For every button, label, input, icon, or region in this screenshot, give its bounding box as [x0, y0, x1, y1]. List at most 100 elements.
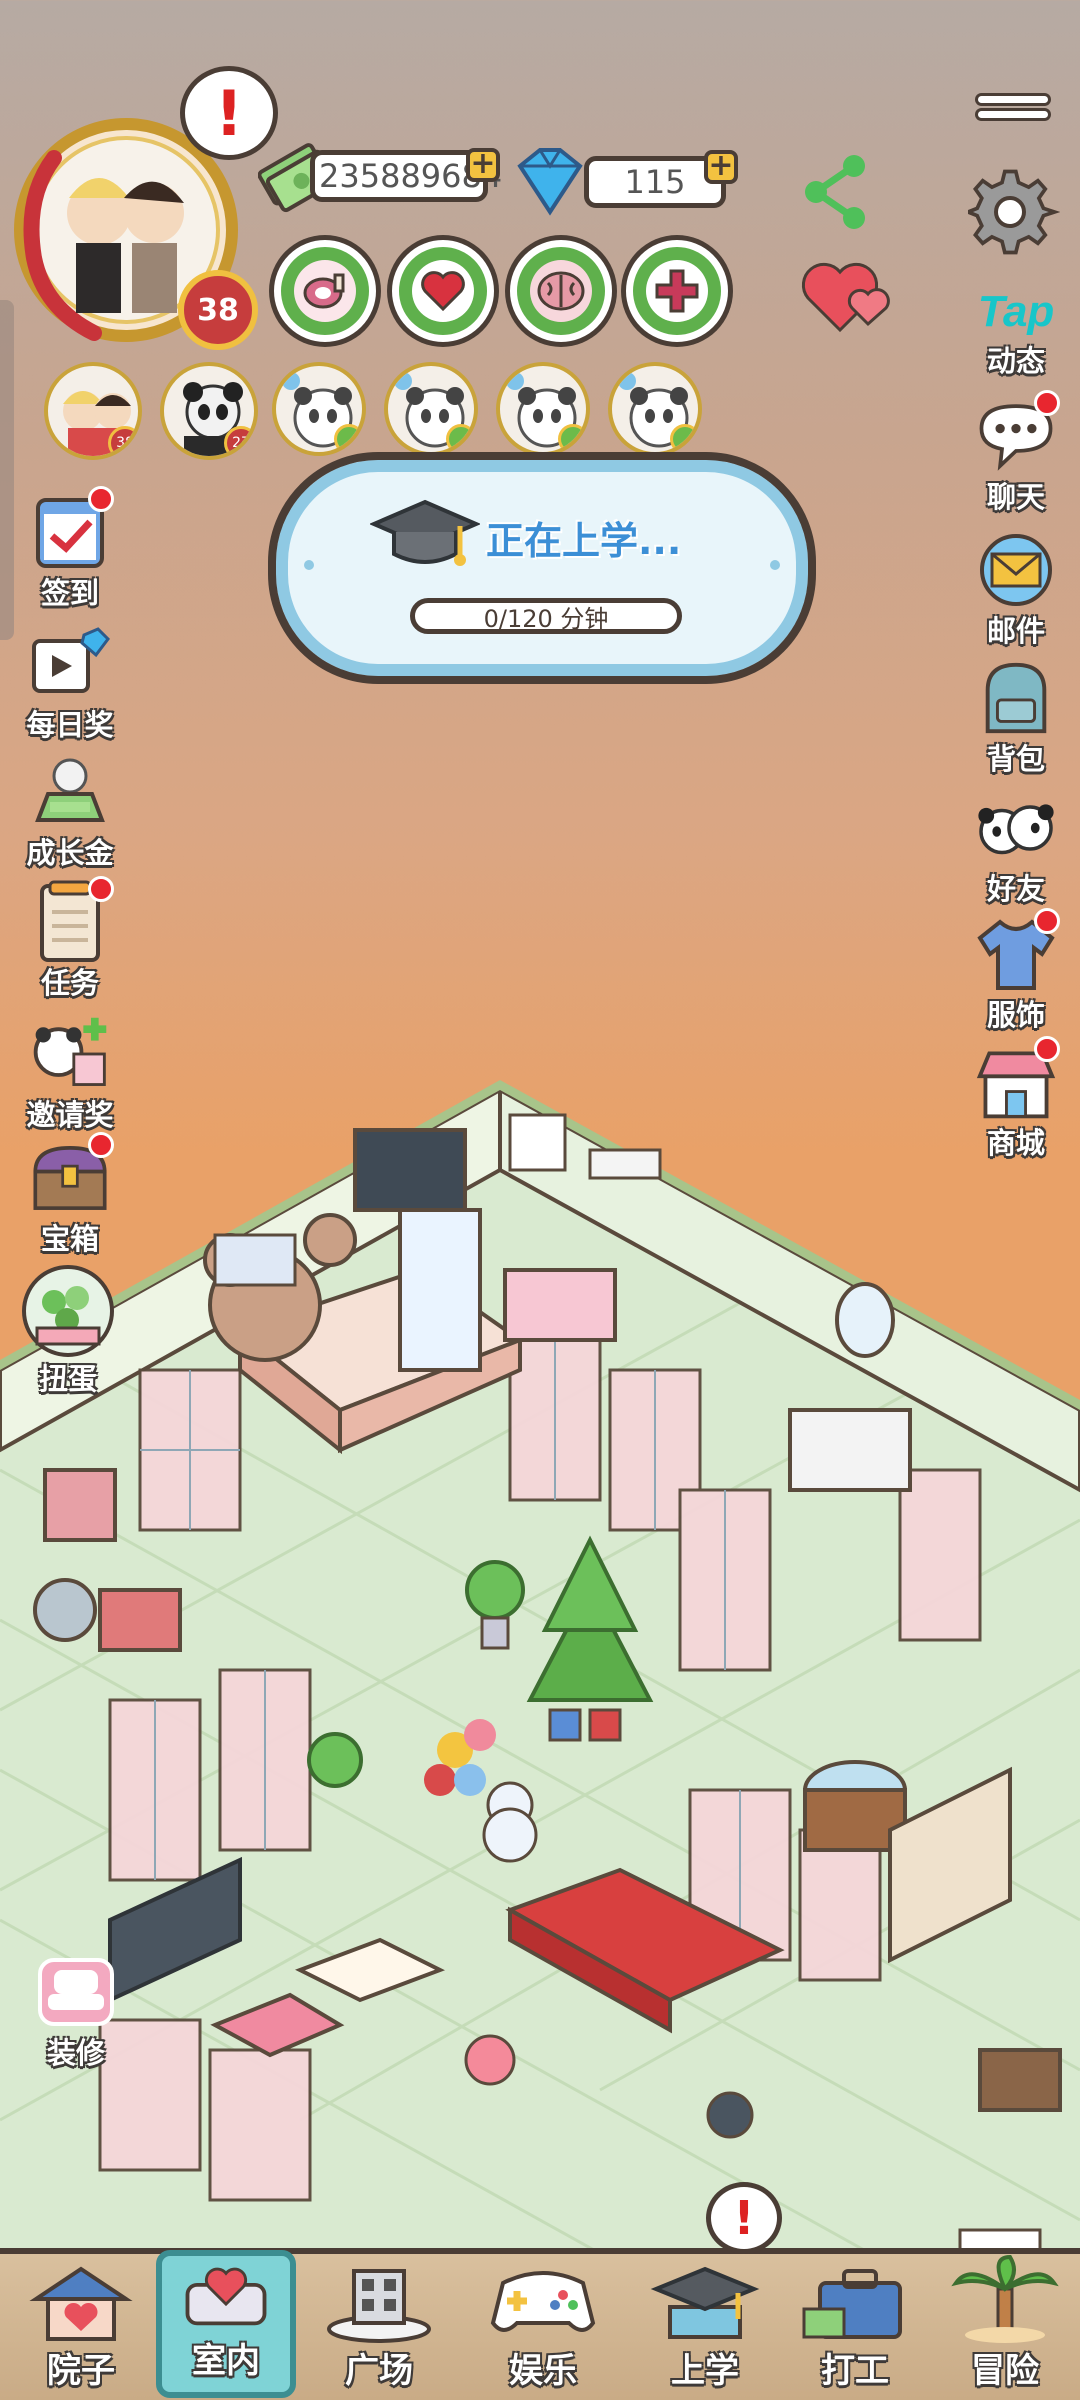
- nav-school[interactable]: 上学: [630, 2232, 780, 2400]
- nav-work[interactable]: 打工: [780, 2232, 930, 2400]
- tap-feed-button[interactable]: Tap 动态: [956, 282, 1076, 380]
- party-member-avatar[interactable]: 38: [44, 362, 142, 460]
- alert-mark: !: [733, 2191, 755, 2245]
- nav-entertainment[interactable]: 娱乐: [468, 2232, 618, 2400]
- backpack-label: 背包: [986, 742, 1045, 776]
- gamepad-icon: [490, 2271, 596, 2332]
- add-gems-button[interactable]: +: [704, 150, 738, 184]
- task-list-icon: [28, 876, 114, 964]
- isometric-room-scene[interactable]: [0, 1070, 1080, 2270]
- tap-brand-text: Tap: [977, 287, 1055, 336]
- party-member-level: 38: [108, 426, 138, 456]
- notification-dot: [88, 876, 114, 902]
- nav-adventure[interactable]: 冒险: [930, 2232, 1080, 2400]
- nav-yard-label: 院子: [47, 2351, 115, 2391]
- nav-adventure-label: 冒险: [971, 2351, 1039, 2391]
- invite-reward-button[interactable]: 邀请奖: [10, 1012, 130, 1134]
- notification-dot: [1034, 390, 1060, 416]
- mood-stat[interactable]: [392, 240, 494, 342]
- tasks-label: 任务: [40, 966, 99, 1000]
- shop-button[interactable]: 商城: [956, 1036, 1076, 1162]
- plaza-building-icon: [327, 2269, 431, 2343]
- growth-fund-label: 成长金: [26, 836, 114, 870]
- card-decor-dot: [304, 560, 314, 570]
- chat-label: 聊天: [986, 480, 1045, 514]
- card-decor-dot: [770, 560, 780, 570]
- brain-icon: [530, 260, 592, 322]
- armchair-icon: [34, 1950, 118, 2034]
- checkin-label: 签到: [40, 576, 99, 610]
- daily-reward-button[interactable]: 每日奖: [10, 622, 130, 744]
- video-gem-icon: [28, 622, 112, 706]
- growth-fund-button[interactable]: 成长金: [10, 750, 130, 872]
- health-plus-icon: [646, 260, 708, 322]
- pet-slot[interactable]: [384, 362, 478, 456]
- notification-dot: [1034, 908, 1060, 934]
- palm-tree-icon: [951, 2254, 1059, 2343]
- outfits-button[interactable]: 服饰: [956, 908, 1076, 1034]
- pet-slot[interactable]: [272, 362, 366, 456]
- tasks-button[interactable]: 任务: [10, 876, 130, 1002]
- treasure-chest-button[interactable]: 宝箱: [10, 1132, 130, 1258]
- friends-button[interactable]: 好友: [956, 786, 1076, 908]
- pet-status-dot: [670, 424, 698, 452]
- pet-slot[interactable]: [496, 362, 590, 456]
- share-icon[interactable]: [800, 152, 872, 236]
- menu-icon[interactable]: [978, 96, 1048, 118]
- intelligence-stat[interactable]: [510, 240, 612, 342]
- school-progress-bar: 0/120 分钟: [410, 598, 682, 634]
- shop-label: 商城: [986, 1126, 1045, 1160]
- nav-plaza[interactable]: 广场: [304, 2232, 454, 2400]
- school-cap-icon: [650, 2266, 760, 2339]
- player-level-text: 38: [197, 292, 239, 328]
- notification-dot: [88, 486, 114, 512]
- sofa-heart-icon: [185, 2267, 267, 2326]
- school-progress-text: 0/120 分钟: [483, 604, 609, 633]
- notification-dot: [1034, 1036, 1060, 1062]
- gem-icon: [510, 146, 590, 222]
- nav-yard[interactable]: 院子: [6, 2232, 156, 2400]
- school-alert-bubble: !: [706, 2182, 782, 2254]
- chat-bubble-icon: [974, 390, 1060, 478]
- favorite-hearts-icon[interactable]: [800, 254, 900, 342]
- friends-label: 好友: [986, 872, 1045, 906]
- party-member-level: 27: [224, 426, 254, 456]
- notification-dot: [88, 1132, 114, 1158]
- checkin-button[interactable]: 签到: [10, 486, 130, 612]
- nav-entertainment-label: 娱乐: [509, 2351, 577, 2391]
- chat-button[interactable]: 聊天: [956, 390, 1076, 516]
- outfits-label: 服饰: [986, 998, 1045, 1032]
- school-status-title: 正在上学...: [486, 519, 682, 563]
- pet-status-dot: [446, 424, 474, 452]
- nav-work-label: 打工: [821, 2351, 889, 2391]
- pet-slot[interactable]: [608, 362, 702, 456]
- panda-gift-icon: [28, 1012, 112, 1096]
- hunger-stat[interactable]: [274, 240, 376, 342]
- add-coins-button[interactable]: +: [466, 148, 500, 182]
- nav-plaza-label: 广场: [345, 2351, 413, 2391]
- decorate-label: 装修: [46, 2036, 105, 2070]
- backpack-button[interactable]: 背包: [956, 656, 1076, 778]
- gacha-capsule-icon: [19, 1262, 117, 1360]
- nav-indoor[interactable]: 室内: [156, 2250, 296, 2398]
- mail-button[interactable]: 邮件: [956, 528, 1076, 650]
- nav-school-label: 上学: [671, 2351, 739, 2391]
- coin-balance: 235889684: [310, 150, 502, 202]
- tap-feed-label: 动态: [986, 344, 1045, 378]
- daily-reward-label: 每日奖: [26, 708, 114, 742]
- health-stat[interactable]: [626, 240, 728, 342]
- bottom-navigation: 院子 室内 广场 娱乐 上学 ! 打工 冒险: [0, 2182, 1080, 2400]
- money-pile-icon: [28, 750, 112, 834]
- mail-label: 邮件: [986, 614, 1045, 648]
- decorate-button[interactable]: 装修: [16, 1950, 136, 2072]
- store-icon: [974, 1036, 1060, 1124]
- gear-icon[interactable]: [963, 166, 1061, 262]
- gacha-button[interactable]: 扭蛋: [8, 1262, 128, 1398]
- party-member-avatar[interactable]: 27: [160, 362, 258, 460]
- tap-logo: Tap: [974, 282, 1058, 342]
- player-level-badge: 38: [178, 270, 258, 350]
- pet-status-dot: [558, 424, 586, 452]
- school-status-card[interactable]: 正在上学... 0/120 分钟: [268, 452, 816, 684]
- calendar-check-icon: [28, 486, 114, 574]
- pandas-friends-icon: [974, 786, 1058, 870]
